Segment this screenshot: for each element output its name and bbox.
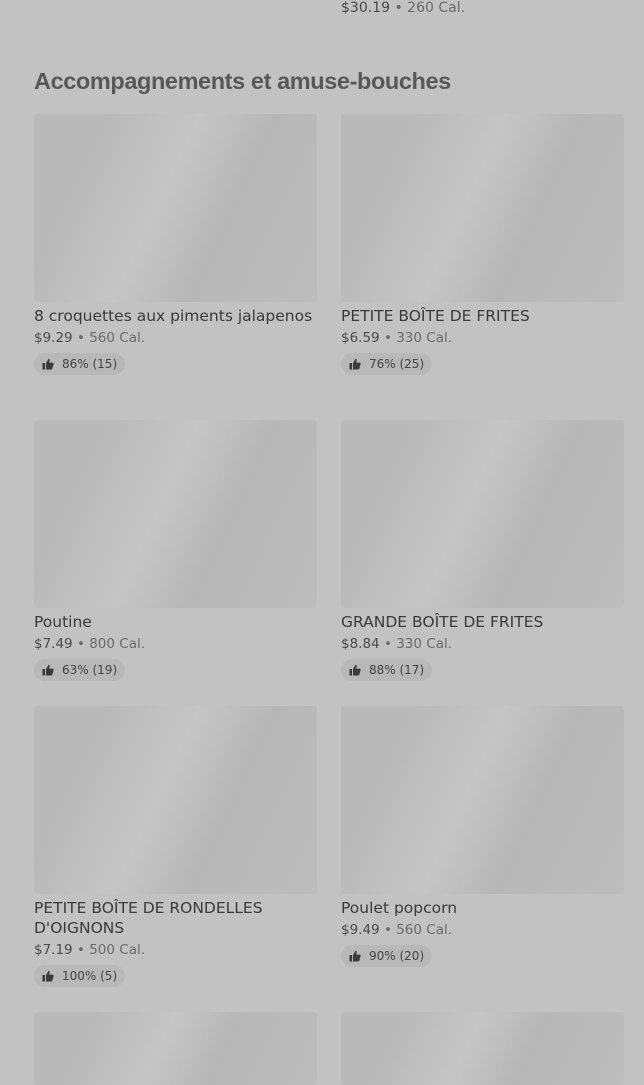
thumbs-up-icon (42, 358, 54, 370)
rating-badge: 88% (17) (341, 659, 433, 681)
menu-item-card[interactable]: Poulet popcorn $9.49 • 560 Cal. 90% (20) (341, 706, 624, 967)
item-meta: $7.49 • 800 Cal. (34, 634, 317, 654)
section-title: Accompagnements et amuse-bouches (34, 68, 451, 94)
item-meta: $8.84 • 330 Cal. (341, 634, 624, 654)
menu-item-card[interactable]: GRANDE BOÎTE DE FRITES $8.84 • 330 Cal. … (341, 420, 624, 681)
rating-badge: 76% (25) (341, 353, 433, 375)
item-price: $9.29 (34, 330, 73, 346)
rating-text: 63% (19) (62, 663, 118, 677)
menu-item-card[interactable] (34, 1012, 317, 1085)
item-name: PETITE BOÎTE DE FRITES (341, 307, 530, 325)
item-calories: 560 Cal. (89, 330, 146, 346)
rating-text: 86% (15) (62, 357, 118, 371)
meta-separator: • (379, 922, 397, 938)
item-calories: 800 Cal. (89, 636, 146, 652)
item-price: $7.19 (34, 942, 73, 958)
item-image[interactable] (341, 1012, 624, 1085)
meta-separator: • (72, 636, 90, 652)
thumbs-up-icon (349, 950, 361, 962)
item-image[interactable] (341, 114, 624, 302)
item-price: $7.49 (34, 636, 73, 652)
menu-item-card[interactable]: PETITE BOÎTE DE FRITES $6.59 • 330 Cal. … (341, 114, 624, 375)
item-price: $30.19 (341, 0, 390, 16)
item-image[interactable] (34, 114, 317, 302)
item-meta: $6.59 • 330 Cal. (341, 328, 624, 348)
rating-badge: 86% (15) (34, 353, 126, 375)
item-calories: 560 Cal. (396, 922, 453, 938)
menu-item-card[interactable]: 8 croquettes aux piments jalapenos $9.29… (34, 114, 317, 375)
item-image[interactable] (34, 420, 317, 608)
thumbs-up-icon (349, 664, 361, 676)
meta-separator: • (72, 330, 90, 346)
rating-badge: 63% (19) (34, 659, 126, 681)
menu-item-card[interactable]: Poutine $7.49 • 800 Cal. 63% (19) (34, 420, 317, 681)
meta-separator: • (379, 330, 397, 346)
thumbs-up-icon (42, 664, 54, 676)
item-price: $9.49 (341, 922, 380, 938)
rating-text: 88% (17) (369, 663, 425, 677)
rating-text: 76% (25) (369, 357, 425, 371)
item-image[interactable] (34, 706, 317, 894)
item-price: $8.84 (341, 636, 380, 652)
item-image[interactable] (341, 420, 624, 608)
item-calories: 330 Cal. (396, 330, 453, 346)
item-name: 8 croquettes aux piments jalapenos (34, 307, 313, 325)
rating-text: 100% (5) (62, 969, 118, 983)
item-meta: $7.19 • 500 Cal. (34, 940, 317, 960)
item-calories: 500 Cal. (89, 942, 146, 958)
item-name: GRANDE BOÎTE DE FRITES (341, 613, 544, 631)
item-name: PETITE BOÎTE DE RONDELLES D'OIGNONS (34, 899, 263, 937)
meta-separator: • (379, 636, 397, 652)
item-image[interactable] (34, 1012, 317, 1085)
item-price: $6.59 (341, 330, 380, 346)
thumbs-up-icon (349, 358, 361, 370)
item-name: Poutine (34, 613, 92, 631)
item-meta: $9.49 • 560 Cal. (341, 920, 624, 940)
meta-separator: • (390, 0, 408, 16)
item-meta: $9.29 • 560 Cal. (34, 328, 317, 348)
menu-item-card[interactable]: PETITE BOÎTE DE RONDELLES D'OIGNONS $7.1… (34, 706, 317, 987)
item-calories: 260 Cal. (407, 0, 466, 16)
rating-text: 90% (20) (369, 949, 425, 963)
item-image[interactable] (341, 706, 624, 894)
rating-badge: 100% (5) (34, 965, 126, 987)
item-name: Poulet popcorn (341, 899, 458, 917)
menu-item-card[interactable] (341, 1012, 624, 1085)
thumbs-up-icon (42, 970, 54, 982)
previous-item-meta: $30.19 • 260 Cal. (341, 0, 465, 17)
meta-separator: • (72, 942, 90, 958)
rating-badge: 90% (20) (341, 945, 433, 967)
item-calories: 330 Cal. (396, 636, 453, 652)
